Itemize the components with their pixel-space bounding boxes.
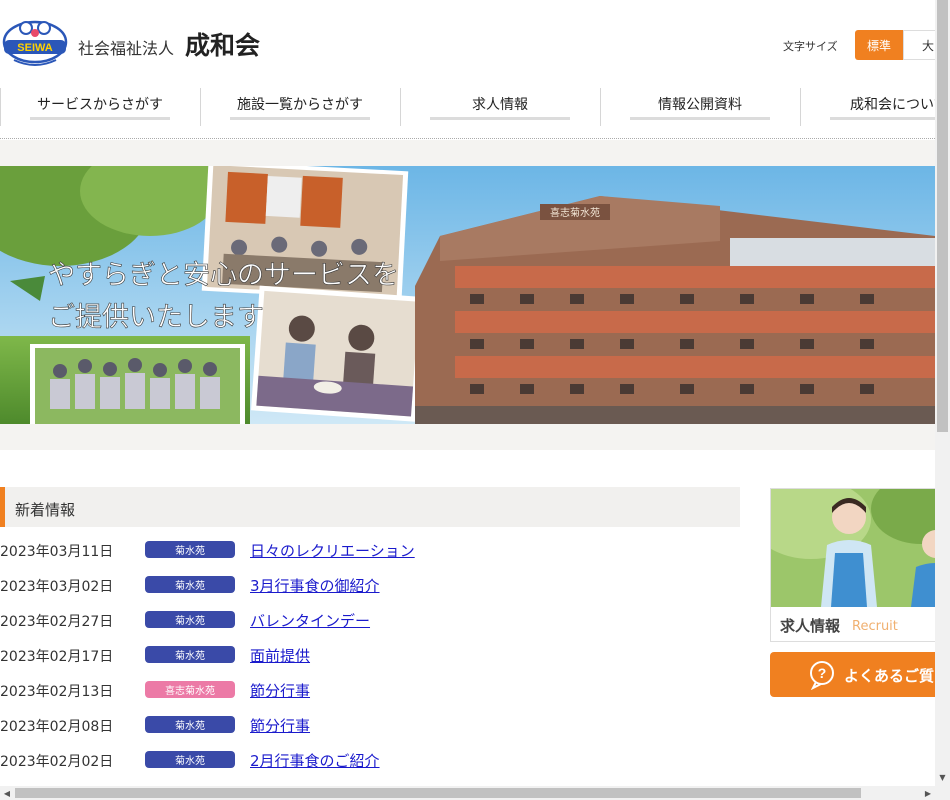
scroll-right-arrow-icon[interactable]: ▶ <box>921 786 935 800</box>
news-tag: 喜志菊水苑 <box>145 681 235 698</box>
news-date: 2023年02月27日 <box>0 614 114 630</box>
faq-button[interactable]: ? よくあるご質問 <box>770 652 935 697</box>
news-tag: 菊水苑 <box>145 751 235 768</box>
news-heading: 新着情報 <box>0 487 740 527</box>
news-tag: 菊水苑 <box>145 541 235 558</box>
scroll-down-arrow-icon[interactable]: ▼ <box>935 770 950 785</box>
vertical-scrollbar[interactable]: ▼ <box>935 0 950 786</box>
question-bubble-icon: ? <box>810 661 834 690</box>
recruit-label: 求人情報 <box>780 617 841 635</box>
nav-item-about[interactable]: 成和会について <box>800 88 935 128</box>
list-item: 2023年03月11日 菊水苑 日々のレクリエーション <box>0 532 740 567</box>
list-item: 2023年03月02日 菊水苑 3月行事食の御紹介 <box>0 567 740 602</box>
hero-caption-line2: ご提供いたします <box>48 302 264 333</box>
hero-caption-line1: やすらぎと安心のサービスを <box>48 260 399 291</box>
page: SEIWA 社会福祉法人 成和会 文字サイズ 標準 大 サービスからさがす 施設… <box>0 0 935 786</box>
nav-underline <box>430 117 570 120</box>
nav-item-label: 情報公開資料 <box>658 97 742 113</box>
logo-text: SEIWA <box>17 42 53 54</box>
org-name[interactable]: 成和会 <box>185 26 260 62</box>
news-date: 2023年02月08日 <box>0 719 114 735</box>
nav-item-facilities[interactable]: 施設一覧からさがす <box>200 88 400 128</box>
font-size-large-button[interactable]: 大 <box>903 30 935 60</box>
nav-item-recruit[interactable]: 求人情報 <box>400 88 600 128</box>
nav-underline <box>630 117 770 120</box>
news-title-link[interactable]: 面前提供 <box>250 645 310 666</box>
nav-underline <box>230 117 370 120</box>
font-size-label: 文字サイズ <box>783 40 838 53</box>
org-prefix: 社会福祉法人 <box>78 39 175 58</box>
news-title-link[interactable]: 日々のレクリエーション <box>250 540 415 561</box>
news-title-link[interactable]: 3月行事食の御紹介 <box>250 575 380 596</box>
nav-item-label: サービスからさがす <box>37 97 163 113</box>
news-title-link[interactable]: 2月行事食のご紹介 <box>250 750 380 771</box>
news-date: 2023年02月13日 <box>0 684 114 700</box>
global-nav: サービスからさがす 施設一覧からさがす 求人情報 情報公開資料 成和会について <box>0 88 935 128</box>
list-item: 2023年02月08日 菊水苑 節分行事 <box>0 707 740 742</box>
nav-item-label: 求人情報 <box>472 97 528 113</box>
news-date: 2023年03月02日 <box>0 579 114 595</box>
news-tag: 菊水苑 <box>145 716 235 733</box>
nav-item-label: 施設一覧からさがす <box>237 97 363 113</box>
scroll-left-arrow-icon[interactable]: ◀ <box>0 786 14 800</box>
news-date: 2023年02月02日 <box>0 754 114 770</box>
news-title-link[interactable]: 節分行事 <box>250 680 310 701</box>
nav-item-service[interactable]: サービスからさがす <box>0 88 200 128</box>
nav-underline <box>830 117 935 120</box>
news-date: 2023年02月17日 <box>0 649 114 665</box>
news-list: 2023年03月11日 菊水苑 日々のレクリエーション 2023年03月02日 … <box>0 532 740 777</box>
news-title-link[interactable]: バレンタインデー <box>250 610 370 631</box>
seiwa-logo[interactable]: SEIWA <box>0 20 70 68</box>
font-size-normal-button[interactable]: 標準 <box>855 30 903 60</box>
list-item: 2023年02月13日 喜志菊水苑 節分行事 <box>0 672 740 707</box>
nav-item-label: 成和会について <box>850 97 935 113</box>
news-heading-label: 新着情報 <box>15 501 76 519</box>
horizontal-scroll-thumb[interactable] <box>15 788 861 798</box>
recruit-banner[interactable]: 求人情報 Recruit <box>770 488 935 642</box>
nav-item-disclosure[interactable]: 情報公開資料 <box>600 88 800 128</box>
recruit-en-label: Recruit <box>852 619 898 634</box>
vertical-scroll-thumb[interactable] <box>937 0 948 432</box>
building-sign: 喜志菊水苑 <box>550 206 600 219</box>
faq-label: よくあるご質問 <box>844 667 935 685</box>
hero-image: 喜志菊水苑 やすらぎと安心のサービスを ご提供いたします <box>0 166 935 424</box>
site-header: SEIWA 社会福祉法人 成和会 文字サイズ 標準 大 <box>0 0 935 88</box>
svg-text:?: ? <box>818 665 827 681</box>
nav-divider <box>0 138 935 139</box>
recruit-photo <box>771 489 935 607</box>
list-item: 2023年02月02日 菊水苑 2月行事食のご紹介 <box>0 742 740 777</box>
news-title-link[interactable]: 節分行事 <box>250 715 310 736</box>
news-tag: 菊水苑 <box>145 611 235 628</box>
list-item: 2023年02月17日 菊水苑 面前提供 <box>0 637 740 672</box>
list-item: 2023年02月27日 菊水苑 バレンタインデー <box>0 602 740 637</box>
news-date: 2023年03月11日 <box>0 544 114 560</box>
nav-underline <box>30 117 170 120</box>
news-tag: 菊水苑 <box>145 576 235 593</box>
horizontal-scrollbar[interactable]: ◀ ▶ <box>0 786 950 800</box>
news-tag: 菊水苑 <box>145 646 235 663</box>
